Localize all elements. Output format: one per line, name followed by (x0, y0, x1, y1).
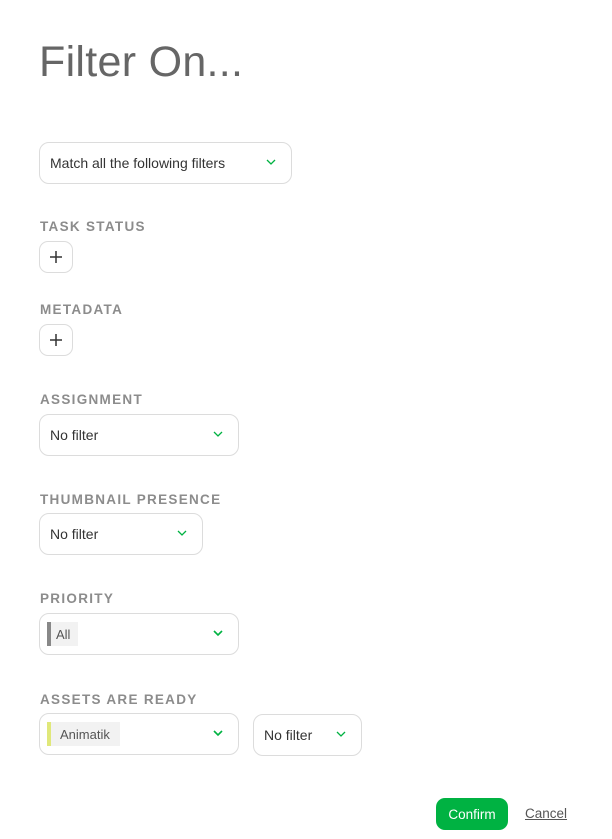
thumbnail-presence-select[interactable]: No filter (39, 513, 203, 555)
assignment-value: No filter (50, 427, 99, 443)
metadata-label: METADATA (40, 302, 124, 317)
match-mode-value: Match all the following filters (50, 155, 226, 171)
chevron-down-icon (213, 431, 223, 437)
assignment-select[interactable]: No filter (39, 414, 239, 456)
task-type-color-bar (47, 722, 51, 746)
plus-icon (50, 251, 62, 263)
chevron-down-icon (336, 731, 346, 737)
chevron-down-icon (213, 630, 223, 637)
confirm-button[interactable]: Confirm (436, 798, 508, 830)
priority-color-bar (47, 622, 51, 646)
chevron-down-icon (213, 730, 223, 737)
assets-ready-select[interactable]: No filter (253, 714, 362, 756)
add-task-status-button[interactable] (39, 241, 73, 273)
task-type-select[interactable]: Animatik (39, 713, 239, 755)
task-status-label: TASK STATUS (40, 219, 146, 234)
chevron-down-icon (177, 530, 187, 536)
match-mode-select[interactable]: Match all the following filters (39, 142, 292, 184)
priority-select[interactable]: All (39, 613, 239, 655)
priority-label: PRIORITY (40, 591, 115, 606)
plus-icon (50, 334, 62, 346)
chevron-down-icon (266, 159, 276, 165)
assets-ready-value: No filter (264, 727, 313, 743)
thumbnail-presence-value: No filter (50, 526, 99, 542)
task-type-tag: Animatik (47, 722, 120, 746)
add-metadata-button[interactable] (39, 324, 73, 356)
assets-ready-label: ASSETS ARE READY (40, 692, 198, 707)
page-title: Filter On... (39, 38, 244, 86)
assignment-label: ASSIGNMENT (40, 392, 144, 407)
task-type-value: Animatik (60, 726, 110, 742)
thumbnail-presence-label: THUMBNAIL PRESENCE (40, 492, 222, 507)
cancel-link[interactable]: Cancel (525, 806, 567, 821)
priority-tag: All (47, 622, 79, 646)
priority-value: All (56, 626, 71, 642)
